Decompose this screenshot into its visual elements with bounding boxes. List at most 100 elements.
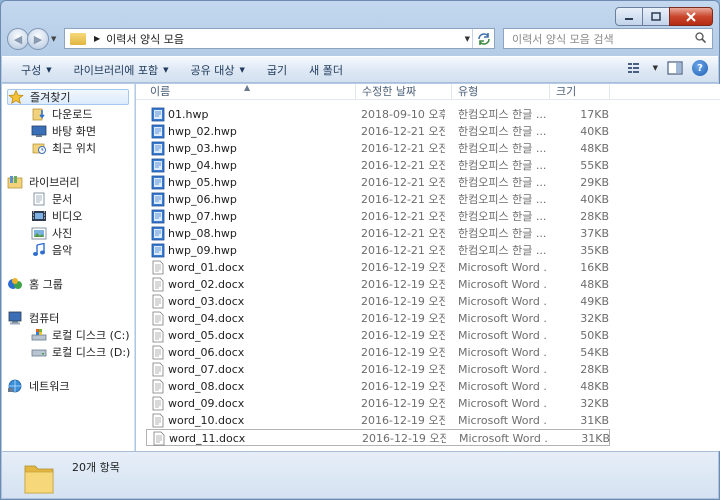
file-row[interactable]: hwp_05.hwp 2016-12-21 오전 ... 한컴오피스 한글 ... 2…	[146, 174, 610, 191]
file-type: Microsoft Word ...	[458, 414, 546, 427]
file-size: 32KB	[580, 312, 609, 325]
file-name: hwp_06.hwp	[168, 193, 237, 206]
column-size-label: 크기	[556, 85, 577, 98]
file-size: 50KB	[580, 329, 609, 342]
preview-pane-icon[interactable]	[666, 61, 684, 75]
nav-downloads[interactable]: 다운로드	[31, 106, 92, 122]
file-row[interactable]: hwp_07.hwp 2016-12-21 오전 ... 한컴오피스 한글 ... 2…	[146, 208, 610, 225]
close-button[interactable]	[669, 7, 713, 26]
file-type: 한컴오피스 한글 ...	[458, 210, 546, 223]
column-type[interactable]: 유형	[452, 84, 550, 100]
nav-videos[interactable]: 비디오	[31, 208, 82, 224]
details-pane: 20개 항목	[2, 451, 718, 498]
file-row[interactable]: word_05.docx 2016-12-19 오전 ... Microsoft W…	[146, 327, 610, 344]
view-options-dropdown-icon[interactable]: ▼	[653, 64, 658, 72]
forward-arrow-icon: ▶	[33, 32, 43, 46]
file-modified-date: 2016-12-21 오전 ...	[361, 159, 445, 172]
file-row[interactable]: word_09.docx 2016-12-19 오전 ... Microsoft W…	[146, 395, 610, 412]
back-button[interactable]: ◀	[7, 28, 29, 50]
nav-favorites[interactable]: 즐겨찾기	[7, 89, 129, 105]
nav-network[interactable]: 네트워크	[7, 378, 69, 394]
refresh-icon	[477, 32, 490, 45]
file-name: hwp_07.hwp	[168, 210, 237, 223]
file-row[interactable]: word_06.docx 2016-12-19 오전 ... Microsoft W…	[146, 344, 610, 361]
docx-file-icon	[152, 277, 164, 292]
nav-libraries[interactable]: 라이브러리	[7, 174, 80, 190]
include-in-library-button[interactable]: 라이브러리에 포함 ▼	[63, 59, 180, 81]
file-type: Microsoft Word ...	[459, 432, 547, 445]
file-row[interactable]: hwp_02.hwp 2016-12-21 오전 ... 한컴오피스 한글 ... 4…	[146, 123, 610, 140]
caption-buttons	[615, 7, 713, 26]
burn-button[interactable]: 굽기	[256, 59, 298, 81]
file-row[interactable]: hwp_06.hwp 2016-12-21 오전 ... 한컴오피스 한글 ... 4…	[146, 191, 610, 208]
file-size: 17KB	[580, 108, 609, 121]
file-name: hwp_04.hwp	[168, 159, 237, 172]
nav-computer-label: 컴퓨터	[29, 312, 60, 325]
item-count: 20개 항목	[72, 461, 120, 474]
hwp-file-icon	[151, 192, 165, 207]
forward-button[interactable]: ▶	[27, 28, 49, 50]
nav-homegroup[interactable]: 홈 그룹	[7, 276, 63, 292]
file-size: 48KB	[580, 380, 609, 393]
file-name: word_10.docx	[168, 414, 245, 427]
nav-documents[interactable]: 문서	[31, 191, 72, 207]
column-size[interactable]: 크기	[550, 84, 610, 100]
search-input[interactable]: 이력서 양식 모음 검색	[503, 28, 713, 49]
hwp-file-icon	[151, 107, 165, 122]
nav-recent-places[interactable]: 최근 위치	[31, 140, 96, 156]
file-row[interactable]: hwp_03.hwp 2016-12-21 오전 ... 한컴오피스 한글 ... 4…	[146, 140, 610, 157]
nav-homegroup-label: 홈 그룹	[29, 278, 63, 291]
nav-music[interactable]: 음악	[31, 242, 72, 258]
address-path[interactable]: 이력서 양식 모음	[106, 31, 184, 47]
file-row[interactable]: 01.hwp 2018-09-10 오후 ... 한컴오피스 한글 ... 17KB	[146, 106, 610, 123]
file-row[interactable]: word_04.docx 2016-12-19 오전 ... Microsoft W…	[146, 310, 610, 327]
column-name[interactable]: 이름 ▲	[144, 83, 356, 100]
share-with-button[interactable]: 공유 대상 ▼	[180, 59, 256, 81]
file-name: word_07.docx	[168, 363, 245, 376]
nav-desktop[interactable]: 바탕 화면	[31, 123, 96, 139]
refresh-button[interactable]	[472, 29, 494, 48]
file-modified-date: 2018-09-10 오후 ...	[361, 108, 445, 121]
file-row[interactable]: hwp_08.hwp 2016-12-21 오전 ... 한컴오피스 한글 ... 3…	[146, 225, 610, 242]
file-size: 49KB	[580, 295, 609, 308]
nav-pictures[interactable]: 사진	[31, 225, 72, 241]
breadcrumb-arrow-icon[interactable]: ▶	[94, 34, 100, 43]
file-type: Microsoft Word ...	[458, 312, 546, 325]
search-icon	[695, 32, 706, 43]
file-row[interactable]: word_01.docx 2016-12-19 오전 ... Microsoft W…	[146, 259, 610, 276]
library-icon	[7, 176, 23, 189]
file-modified-date: 2016-12-19 오전 ...	[361, 295, 445, 308]
file-row[interactable]: hwp_09.hwp 2016-12-21 오전 ... 한컴오피스 한글 ... 3…	[146, 242, 610, 259]
column-date[interactable]: 수정한 날짜	[356, 84, 452, 100]
file-modified-date: 2016-12-19 오전 ...	[361, 278, 445, 291]
organize-button[interactable]: 구성 ▼	[10, 59, 63, 81]
file-row[interactable]: hwp_04.hwp 2016-12-21 오전 ... 한컴오피스 한글 ... 5…	[146, 157, 610, 174]
minimize-button[interactable]	[615, 7, 643, 26]
file-row[interactable]: word_02.docx 2016-12-19 오전 ... Microsoft W…	[146, 276, 610, 293]
file-modified-date: 2016-12-21 오전 ...	[361, 176, 445, 189]
file-row[interactable]: word_08.docx 2016-12-19 오전 ... Microsoft W…	[146, 378, 610, 395]
file-type: 한컴오피스 한글 ...	[458, 125, 546, 138]
file-row[interactable]: word_07.docx 2016-12-19 오전 ... Microsoft W…	[146, 361, 610, 378]
nav-drive-d[interactable]: 로컬 디스크 (D:)	[31, 344, 130, 360]
recent-places-icon	[32, 143, 46, 154]
star-icon	[8, 90, 24, 104]
file-row[interactable]: word_11.docx 2016-12-19 오전 ... Microsoft W…	[146, 429, 610, 446]
file-size: 32KB	[580, 397, 609, 410]
maximize-button[interactable]	[642, 7, 670, 26]
drive-icon	[31, 349, 47, 357]
file-type: Microsoft Word ...	[458, 380, 546, 393]
address-dropdown-icon[interactable]: ▼	[465, 35, 470, 43]
file-row[interactable]: word_10.docx 2016-12-19 오전 ... Microsoft W…	[146, 412, 610, 429]
docx-file-icon	[152, 345, 164, 360]
file-row[interactable]: word_03.docx 2016-12-19 오전 ... Microsoft W…	[146, 293, 610, 310]
change-view-icon[interactable]	[627, 61, 645, 75]
docx-file-icon	[152, 311, 164, 326]
nav-computer[interactable]: 컴퓨터	[7, 310, 59, 326]
recent-pages-dropdown[interactable]: ▼	[51, 35, 61, 43]
nav-drive-c[interactable]: 로컬 디스크 (C:)	[31, 327, 130, 343]
help-icon[interactable]: ?	[692, 60, 708, 76]
new-folder-button[interactable]: 새 폴더	[298, 59, 354, 81]
address-bar[interactable]: ▶ 이력서 양식 모음 ▼	[64, 28, 495, 49]
organize-label: 구성	[21, 63, 42, 77]
